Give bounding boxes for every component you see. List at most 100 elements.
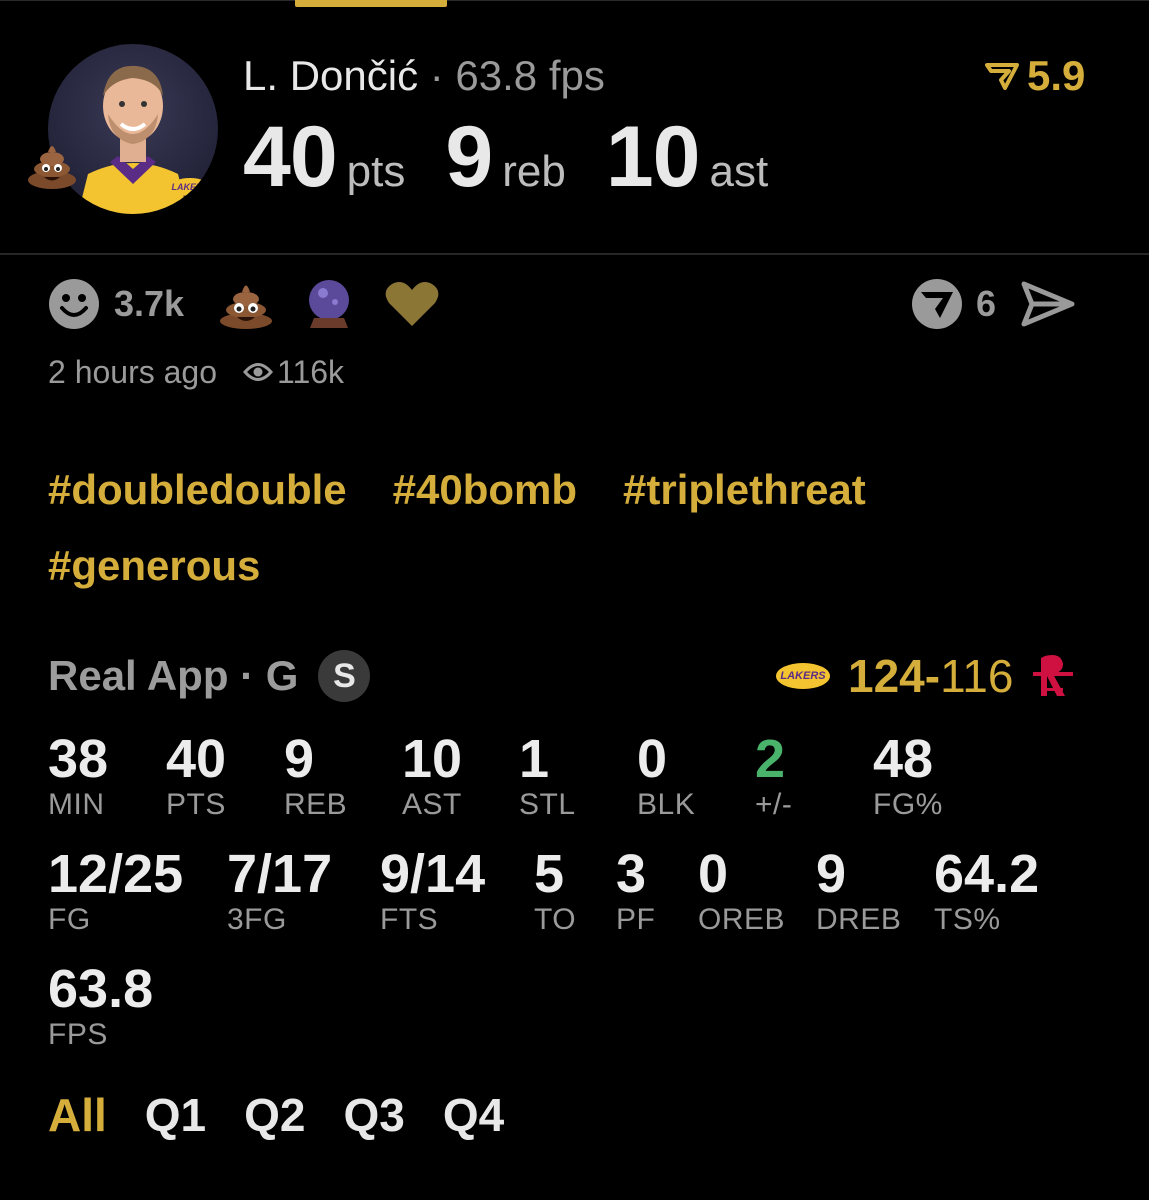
stat-value: 64.2	[934, 844, 1040, 904]
stat-min: 38 MIN	[48, 730, 108, 822]
stat-value: 40	[166, 729, 227, 789]
player-fps: 63.8 fps	[455, 52, 605, 99]
hashtag[interactable]: #40bomb	[393, 452, 577, 528]
rockets-team-logo	[1033, 655, 1074, 696]
stat-label: AST	[402, 788, 462, 821]
send-icon[interactable]	[1020, 280, 1076, 328]
stat-value: 5	[534, 844, 565, 904]
stat-value: 9	[284, 729, 315, 789]
headline-ast-value: 10	[605, 109, 701, 205]
stat-value: 0	[637, 729, 668, 789]
headline-pts-value: 40	[243, 109, 338, 205]
poop-reaction-icon[interactable]	[218, 278, 274, 330]
stat-value: 10	[402, 729, 463, 789]
stat-label: TO	[534, 903, 577, 936]
lakers-team-logo-text: LAKERS	[780, 670, 826, 682]
title-separator: ·	[418, 52, 456, 99]
stat-fg: 12/25 FG	[48, 845, 183, 937]
prediction-count[interactable]: 6	[976, 283, 996, 325]
stat-value: 2	[755, 729, 786, 789]
tab-q1[interactable]: Q1	[145, 1088, 206, 1142]
headline-pts-unit: pts	[346, 147, 406, 196]
section-divider	[0, 253, 1149, 255]
stat-to: 5 TO	[534, 845, 576, 937]
crystal-ball-icon[interactable]	[304, 278, 354, 330]
post-meta: 2 hours ago 116k	[48, 352, 344, 392]
rating-badge[interactable]: 5.9	[985, 52, 1085, 100]
lakers-logo-text: LAKERS	[171, 182, 209, 192]
lakers-logo: LAKERS	[170, 178, 210, 196]
stat-value: 3	[616, 844, 647, 904]
hashtags: #doubledouble #40bomb #triplethreat #genero…	[48, 452, 1108, 604]
stat-label: PTS	[166, 788, 226, 821]
stat-pf: 3 PF	[616, 845, 655, 937]
view-count-value: 116k	[277, 353, 345, 390]
stat-plus-minus: 2 +/-	[755, 730, 792, 822]
source-separator: ·	[228, 652, 266, 699]
headline-stats: 40 pts 9 reb 10 ast	[243, 108, 768, 207]
home-score: 124	[848, 650, 925, 702]
headline-reb-value: 9	[445, 109, 493, 205]
stat-value: 1	[519, 729, 550, 789]
stat-value: 48	[873, 729, 934, 789]
stat-pts: 40 PTS	[166, 730, 226, 822]
tab-all[interactable]: All	[48, 1088, 107, 1142]
prediction-icon[interactable]	[910, 277, 964, 331]
source-name: Real App	[48, 652, 229, 699]
stat-fps: 63.8 FPS	[48, 960, 153, 1052]
post-actions: 6	[910, 278, 1076, 330]
active-tab-indicator	[295, 0, 447, 7]
top-border	[0, 0, 1149, 1]
tab-q2[interactable]: Q2	[244, 1088, 305, 1142]
tab-q4[interactable]: Q4	[443, 1088, 504, 1142]
stat-reb: 9 REB	[284, 730, 347, 822]
stat-value: 63.8	[48, 959, 154, 1019]
starter-badge: S	[318, 650, 371, 702]
stat-value: 0	[698, 844, 729, 904]
hashtag[interactable]: #triplethreat	[623, 452, 866, 528]
heart-icon[interactable]	[384, 280, 440, 328]
stat-label: FG%	[873, 788, 943, 821]
stat-label: DREB	[816, 903, 902, 936]
stat-label: BLK	[637, 788, 696, 821]
stat-label: FG	[48, 903, 91, 936]
player-position: G	[265, 652, 299, 699]
player-name: L. Dončić	[243, 52, 419, 99]
stat-stl: 1 STL	[519, 730, 576, 822]
stat-value: 7/17	[227, 844, 333, 904]
rating-value: 5.9	[1027, 52, 1086, 99]
stat-value: 9/14	[380, 844, 486, 904]
stat-3fg: 7/17 3FG	[227, 845, 332, 937]
away-score: 116	[940, 650, 1014, 702]
stat-blk: 0 BLK	[637, 730, 695, 822]
stat-label: STL	[519, 788, 576, 821]
stat-fg-pct: 48 FG%	[873, 730, 943, 822]
stat-value: 12/25	[48, 844, 184, 904]
hashtag[interactable]: #generous	[48, 528, 260, 604]
headline-ast-unit: ast	[709, 147, 769, 196]
stat-label: TS%	[934, 903, 1001, 936]
reactions-row: 3.7k	[48, 276, 440, 332]
stat-source: Real App · G S	[48, 648, 371, 704]
time-ago: 2 hours ago	[48, 353, 218, 390]
stat-value: 9	[816, 844, 847, 904]
smiley-icon[interactable]	[48, 278, 100, 330]
player-title[interactable]: L. Dončić · 63.8 fps	[243, 52, 605, 100]
view-count: 116k	[243, 354, 344, 391]
stat-oreb: 0 OREB	[698, 845, 785, 937]
game-score[interactable]: LAKERS 124-116	[776, 648, 1075, 704]
stat-label: OREB	[698, 903, 786, 936]
poop-emoji-icon	[26, 138, 78, 195]
lakers-team-logo: LAKERS	[776, 663, 830, 689]
score-dash: -	[924, 650, 941, 702]
stat-label: MIN	[48, 788, 105, 821]
hashtag[interactable]: #doubledouble	[48, 452, 347, 528]
stat-value: 38	[48, 729, 109, 789]
stat-fts: 9/14 FTS	[380, 845, 485, 937]
stat-label: +/-	[755, 788, 793, 821]
stat-dreb: 9 DREB	[816, 845, 901, 937]
stat-label: 3FG	[227, 903, 287, 936]
tab-q3[interactable]: Q3	[344, 1088, 405, 1142]
eye-icon	[243, 363, 274, 381]
reaction-count[interactable]: 3.7k	[114, 283, 184, 325]
